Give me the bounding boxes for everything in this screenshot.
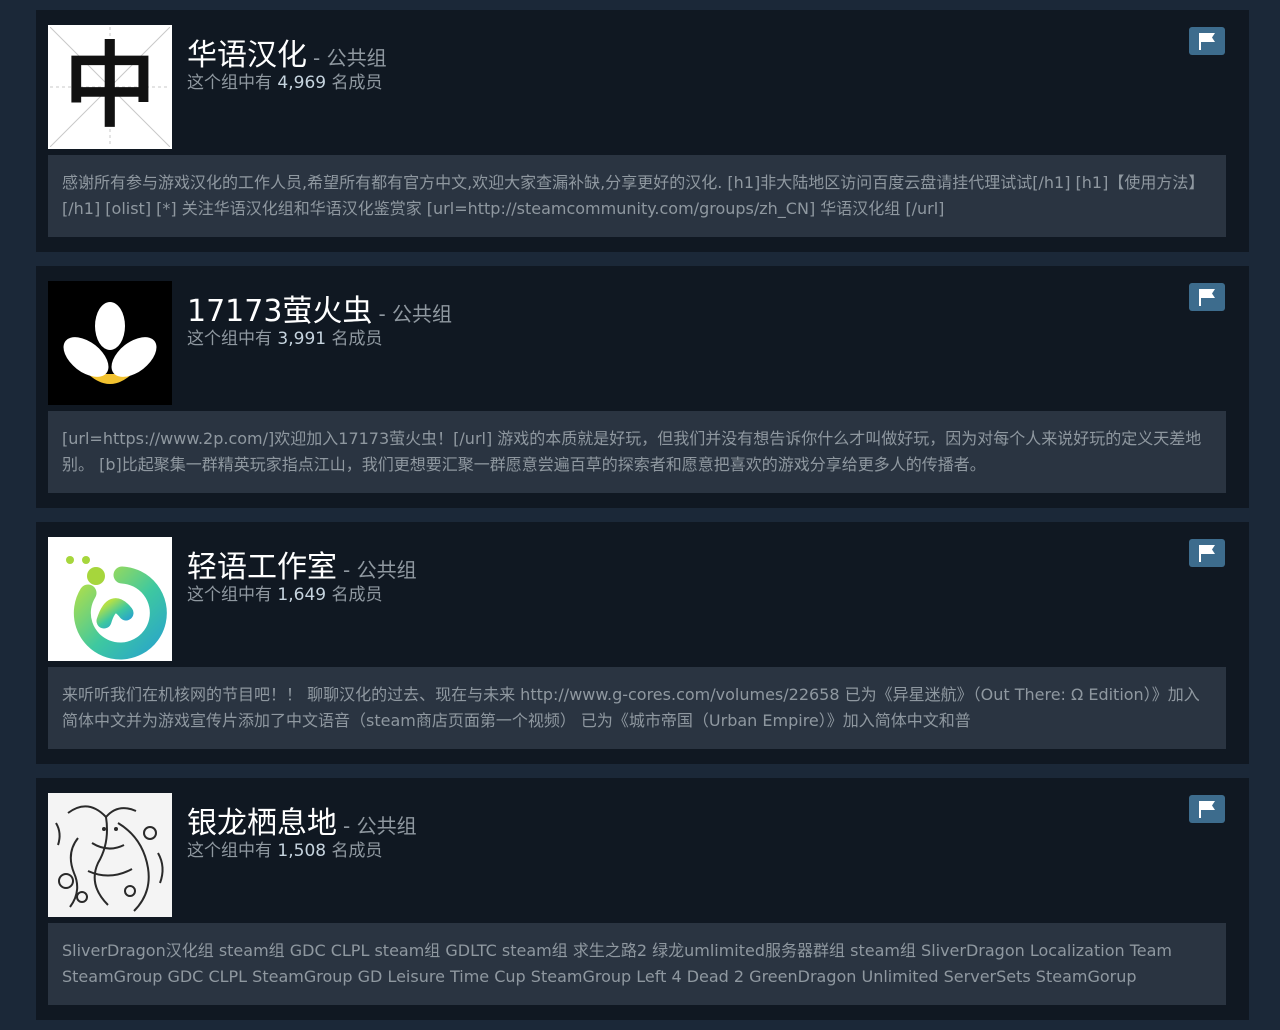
flag-icon: [1199, 289, 1215, 306]
group-description: SliverDragon汉化组 steam组 GDC CLPL steam组 G…: [48, 923, 1226, 1005]
dragon-sketch-avatar-image: [48, 793, 172, 917]
group-type: - 公共组: [343, 558, 417, 582]
svg-text:中: 中: [64, 32, 156, 140]
group-avatar[interactable]: [48, 793, 172, 917]
group-card: 银龙栖息地 - 公共组 这个组中有 1,508 名成员 SliverDragon汉…: [36, 778, 1249, 1020]
group-search-results: 中 华语汉化 - 公共组 这个组中有 4,969 名成员 感谢所有参与游戏汉化的工…: [0, 0, 1280, 1030]
member-count: 1,649: [277, 585, 327, 605]
group-description: 感谢所有参与游戏汉化的工作人员,希望所有都有官方中文,欢迎大家查漏补缺,分享更好…: [48, 155, 1226, 237]
flag-icon: [1199, 801, 1215, 818]
flag-icon: [1199, 545, 1215, 562]
group-avatar[interactable]: 中: [48, 25, 172, 149]
member-count: 1,508: [277, 841, 327, 861]
member-count-line: 这个组中有 4,969 名成员: [187, 73, 383, 93]
member-count-line: 这个组中有 1,649 名成员: [187, 585, 383, 605]
member-count-line: 这个组中有 1,508 名成员: [187, 841, 383, 861]
member-count: 3,991: [277, 329, 327, 349]
member-count-line: 这个组中有 3,991 名成员: [187, 329, 383, 349]
group-avatar[interactable]: [48, 281, 172, 405]
report-button[interactable]: [1189, 539, 1225, 567]
group-type: - 公共组: [313, 46, 387, 70]
group-type: - 公共组: [378, 302, 453, 326]
report-button[interactable]: [1189, 283, 1225, 311]
firefly-logo-avatar-image: [48, 281, 172, 405]
character-zhong-avatar-image: 中: [50, 27, 170, 147]
member-count: 4,969: [277, 73, 327, 93]
group-type: - 公共组: [343, 814, 417, 838]
group-card: 轻语工作室 - 公共组 这个组中有 1,649 名成员 来听听我们在机核网的节目吧…: [36, 522, 1249, 764]
report-button[interactable]: [1189, 27, 1225, 55]
group-description: 来听听我们在机核网的节目吧！！ 聊聊汉化的过去、现在与未来 http://www…: [48, 667, 1226, 749]
group-card: 17173萤火虫 - 公共组 这个组中有 3,991 名成员 [url=https…: [36, 266, 1249, 508]
flag-icon: [1199, 33, 1215, 50]
group-description: [url=https://www.2p.com/]欢迎加入17173萤火虫！[/…: [48, 411, 1226, 493]
report-button[interactable]: [1189, 795, 1225, 823]
qingyu-studio-logo-avatar-image: [48, 537, 172, 661]
group-card: 中 华语汉化 - 公共组 这个组中有 4,969 名成员 感谢所有参与游戏汉化的工…: [36, 10, 1249, 252]
group-avatar[interactable]: [48, 537, 172, 661]
